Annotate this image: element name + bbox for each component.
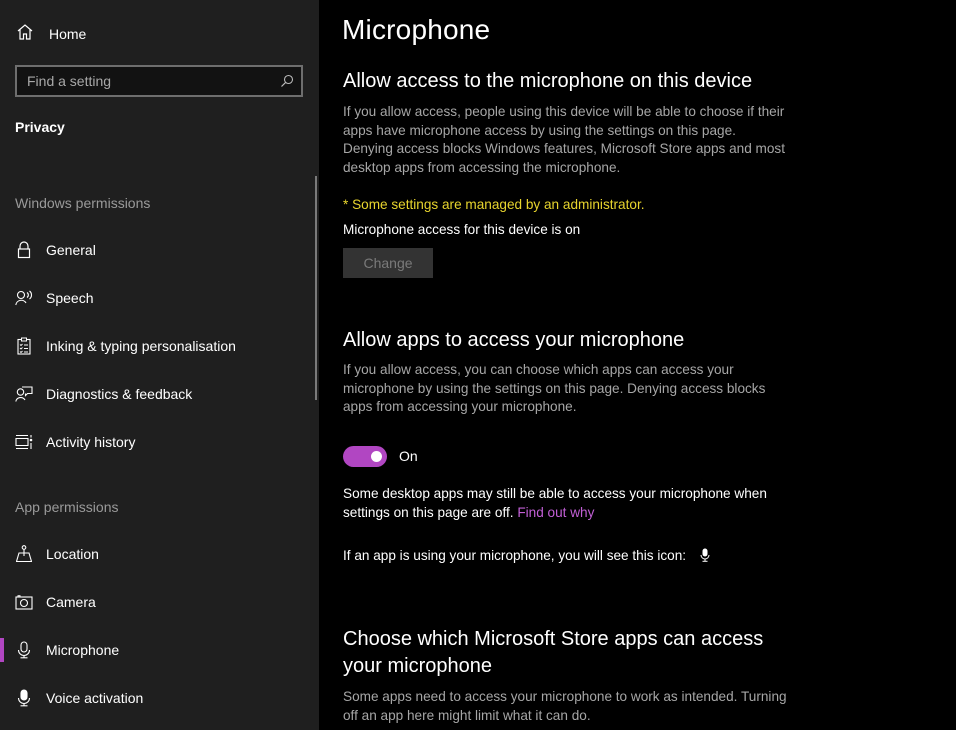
home-nav-item[interactable]: Home [16, 22, 86, 46]
microphone-in-use-icon [700, 548, 710, 568]
sidebar-item-label: Inking & typing personalisation [46, 338, 236, 354]
icon-note: If an app is using your microphone, you … [343, 547, 710, 568]
location-icon [14, 544, 34, 564]
sidebar-item-inking-typing[interactable]: Inking & typing personalisation [0, 326, 310, 366]
feedback-icon [14, 384, 34, 404]
sidebar-item-diagnostics-feedback[interactable]: Diagnostics & feedback [0, 374, 310, 414]
sidebar-item-location[interactable]: Location [0, 534, 310, 574]
desktop-apps-note: Some desktop apps may still be able to a… [343, 485, 793, 522]
sidebar-item-label: Camera [46, 594, 96, 610]
find-out-why-link[interactable]: Find out why [517, 505, 594, 520]
speech-icon [14, 288, 34, 308]
admin-notice: * Some settings are managed by an admini… [343, 197, 645, 212]
search-box[interactable] [15, 65, 303, 97]
main-content: Microphone Allow access to the microphon… [319, 0, 956, 730]
sidebar-item-microphone[interactable]: Microphone [0, 630, 310, 670]
store-apps-heading: Choose which Microsoft Store apps can ac… [343, 628, 764, 677]
sidebar-item-label: General [46, 242, 96, 258]
toggle-state-label: On [399, 448, 418, 464]
lock-icon [14, 240, 34, 260]
sidebar-item-general[interactable]: General [0, 230, 310, 270]
sidebar-item-label: Speech [46, 290, 94, 306]
home-icon [16, 23, 34, 46]
clipboard-icon [14, 336, 34, 356]
home-label: Home [49, 26, 87, 42]
sidebar-item-label: Microphone [46, 642, 120, 658]
activity-history-icon [14, 432, 34, 452]
sidebar-item-label: Diagnostics & feedback [46, 386, 193, 402]
section-title: Privacy [15, 119, 65, 135]
sidebar-item-activity-history[interactable]: Activity history [0, 422, 310, 462]
group-label-windows-permissions: Windows permissions [15, 195, 151, 211]
apps-access-description: If you allow access, you can choose whic… [343, 362, 766, 415]
camera-icon [14, 592, 34, 612]
toggle-knob [371, 451, 382, 462]
sidebar: Home Privacy Windows permissions General… [0, 0, 319, 730]
apps-access-toggle[interactable] [343, 446, 387, 467]
sidebar-item-speech[interactable]: Speech [0, 278, 310, 318]
device-access-heading: Allow access to the microphone on this d… [343, 70, 753, 92]
search-input[interactable] [17, 73, 273, 89]
sidebar-item-camera[interactable]: Camera [0, 582, 310, 622]
sidebar-scrollbar[interactable] [315, 176, 317, 400]
group-label-app-permissions: App permissions [15, 499, 119, 515]
device-access-description: If you allow access, people using this d… [343, 104, 785, 175]
change-button[interactable]: Change [343, 248, 433, 278]
search-icon[interactable] [273, 67, 301, 95]
icon-note-text: If an app is using your microphone, you … [343, 548, 687, 563]
sidebar-item-label: Activity history [46, 434, 136, 450]
store-apps-description: Some apps need to access your microphone… [343, 689, 787, 723]
sidebar-item-label: Voice activation [46, 690, 144, 706]
apps-access-heading: Allow apps to access your microphone [343, 329, 685, 351]
sidebar-item-label: Location [46, 546, 99, 562]
microphone-icon [14, 640, 34, 660]
sidebar-item-voice-activation[interactable]: Voice activation [0, 678, 310, 718]
voice-activation-icon [14, 688, 34, 708]
page-title: Microphone [342, 14, 491, 45]
device-access-status: Microphone access for this device is on [343, 222, 581, 237]
